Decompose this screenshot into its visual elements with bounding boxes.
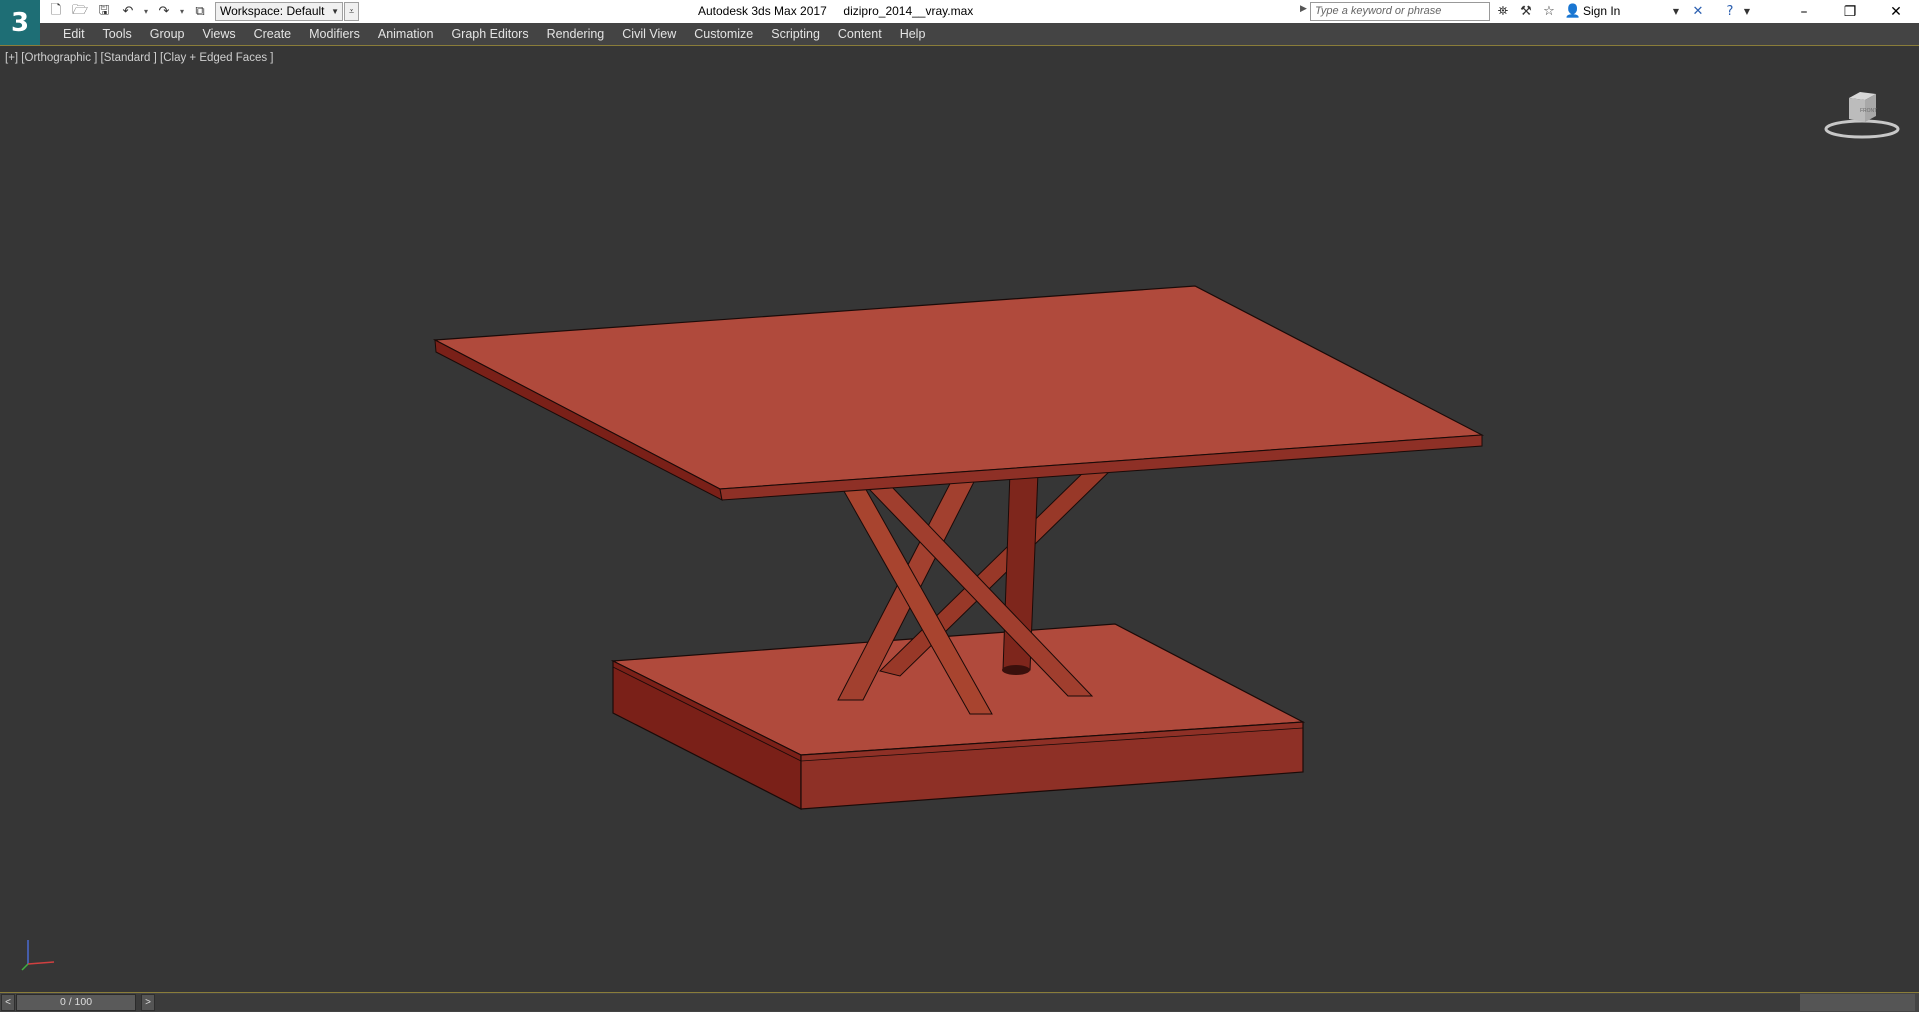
help-dropdown-icon[interactable]: ▼ <box>1742 2 1752 21</box>
time-slider-thumb[interactable]: 0 / 100 <box>16 994 136 1011</box>
customize-toolbar-button[interactable]: ⩡ <box>344 2 359 21</box>
undo-dropdown-icon[interactable]: ▾ <box>142 2 150 21</box>
viewcube-face-label: FRONT <box>1860 108 1877 114</box>
binoculars-icon[interactable]: ⛯ <box>1494 2 1512 21</box>
communication-center-icon[interactable]: ⚒ <box>1517 2 1535 21</box>
menu-views[interactable]: Views <box>193 27 244 41</box>
menu-tools[interactable]: Tools <box>94 27 141 41</box>
menu-help[interactable]: Help <box>891 27 935 41</box>
time-slider: < 0 / 100 > <box>0 993 1919 1012</box>
menu-content[interactable]: Content <box>829 27 891 41</box>
menu-scripting[interactable]: Scripting <box>762 27 829 41</box>
chevron-down-icon: ▼ <box>331 7 339 16</box>
next-frame-button[interactable]: > <box>141 994 155 1011</box>
leg-center-post-base <box>1002 665 1030 675</box>
menu-create[interactable]: Create <box>245 27 301 41</box>
menu-rendering[interactable]: Rendering <box>538 27 614 41</box>
menu-graph-editors[interactable]: Graph Editors <box>442 27 537 41</box>
menu-bar: Edit Tools Group Views Create Modifiers … <box>0 23 1919 45</box>
app-menu-button[interactable]: 3 <box>0 0 40 45</box>
viewport-label[interactable]: [+] [Orthographic ] [Standard ] [Clay + … <box>5 52 273 64</box>
menu-customize[interactable]: Customize <box>685 27 762 41</box>
close-button[interactable]: ✕ <box>1873 0 1919 23</box>
table-model[interactable] <box>0 46 1919 992</box>
signin-button[interactable]: Sign In <box>1583 4 1620 18</box>
save-icon[interactable]: 🖫 <box>94 2 114 21</box>
menu-civil-view[interactable]: Civil View <box>613 27 685 41</box>
title-bar: 3 🗋 🗁 🖫 ↶ ▾ ↷ ▾ ⧉ Workspace: Default ▼ ⩡… <box>0 0 1919 45</box>
search-input[interactable]: Type a keyword or phrase <box>1310 2 1490 21</box>
redo-icon[interactable]: ↷ <box>154 2 174 21</box>
viewport[interactable]: [+] [Orthographic ] [Standard ] [Clay + … <box>0 46 1919 992</box>
search-expand-icon[interactable]: ▶ <box>1300 3 1307 14</box>
redo-dropdown-icon[interactable]: ▾ <box>178 2 186 21</box>
window-title: Autodesk 3ds Max 2017 dizipro_2014__vray… <box>698 4 974 18</box>
undo-icon[interactable]: ↶ <box>118 2 138 21</box>
open-folder-icon[interactable]: 🗁 <box>70 2 90 21</box>
favorites-star-icon[interactable]: ☆ <box>1540 2 1558 21</box>
help-icon[interactable]: ? <box>1720 2 1740 21</box>
restore-button[interactable]: ❐ <box>1827 0 1873 23</box>
menu-modifiers[interactable]: Modifiers <box>300 27 369 41</box>
project-folder-icon[interactable]: ⧉ <box>190 2 210 21</box>
menu-animation[interactable]: Animation <box>369 27 443 41</box>
time-slider-track[interactable] <box>16 994 1915 1011</box>
user-icon: 👤 <box>1564 4 1582 19</box>
quick-access-toolbar: 🗋 🗁 🖫 ↶ ▾ ↷ ▾ ⧉ <box>46 2 210 21</box>
workspace-dropdown[interactable]: Workspace: Default ▼ <box>215 2 343 21</box>
new-file-icon[interactable]: 🗋 <box>46 2 66 21</box>
exchange-apps-icon[interactable]: ✕ <box>1688 2 1708 21</box>
menu-group[interactable]: Group <box>141 27 194 41</box>
viewcube-compass-ring <box>1824 119 1900 139</box>
workspace-label: Workspace: Default <box>220 4 325 18</box>
signin-dropdown-icon[interactable]: ▼ <box>1670 2 1682 21</box>
tabletop-top-face <box>432 285 1485 490</box>
axis-tripod-icon <box>21 940 55 971</box>
time-slider-end-region <box>1800 994 1915 1011</box>
app-logo-text: 3 <box>10 7 30 38</box>
prev-frame-button[interactable]: < <box>1 994 15 1011</box>
minimize-button[interactable]: – <box>1781 0 1827 23</box>
menu-edit[interactable]: Edit <box>54 27 94 41</box>
viewcube[interactable]: FRONT <box>1822 82 1902 142</box>
